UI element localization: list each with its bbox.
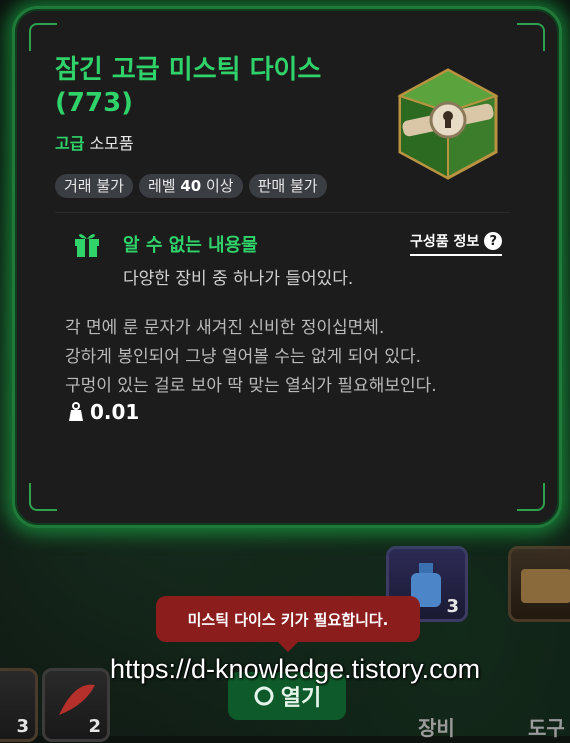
item-description: 각 면에 룬 문자가 새겨진 신비한 정이십면체. 강하게 봉인되어 그냥 열어… — [65, 314, 437, 401]
unknown-contents-desc: 다양한 장비 중 하나가 들어있다. — [123, 269, 354, 289]
divider — [55, 212, 510, 213]
description-line: 구멍이 있는 걸로 보아 딱 맞는 열쇠가 필요해보인다. — [65, 376, 437, 396]
slot-count: 2 — [88, 716, 101, 737]
tab-tools[interactable]: 도구 — [528, 712, 565, 741]
chest-icon — [521, 569, 570, 603]
watermark: https://d-knowledge.tistory.com — [110, 654, 481, 684]
slot-count: 3 — [16, 716, 29, 737]
tab-equipment[interactable]: 장비 — [418, 712, 455, 741]
tag-no-trade: 거래 불가 — [55, 174, 133, 198]
components-info-link[interactable]: 구성품 정보 ? — [410, 231, 503, 256]
item-weight: 0.01 — [68, 400, 139, 424]
tag-level-value: 40 — [180, 177, 202, 195]
slot-count: 3 — [446, 596, 459, 617]
unknown-contents-title: 알 수 없는 내용물 — [123, 235, 258, 256]
help-icon: ? — [484, 232, 503, 250]
tag-level-prefix: 레벨 — [147, 177, 181, 195]
tag-level-suffix: 이상 — [201, 177, 234, 195]
key-icon — [254, 686, 274, 706]
locked-dice-icon — [397, 68, 499, 180]
item-tags: 거래 불가 레벨 40 이상 판매 불가 — [55, 174, 327, 198]
toast-text: 미스틱 다이스 키가 필요합니다. — [187, 610, 389, 629]
weight-value: 0.01 — [90, 400, 140, 424]
item-category: 소모품 — [89, 134, 134, 153]
weight-icon — [69, 402, 83, 421]
inventory-slot-feather[interactable]: 2 — [42, 668, 110, 742]
item-name: 잠긴 고급 미스틱 다이스(773) — [55, 55, 322, 118]
item-grade-line: 고급 소모품 — [55, 130, 134, 154]
inventory-slot-chest[interactable] — [508, 546, 570, 622]
tag-level-requirement: 레벨 40 이상 — [138, 174, 243, 198]
card-corner-ornament — [29, 23, 57, 51]
inventory-slot-left-1[interactable]: 3 — [0, 668, 38, 742]
card-corner-ornament — [517, 483, 545, 511]
description-line: 강하게 봉인되어 그냥 열어볼 수는 없게 되어 있다. — [65, 347, 422, 367]
card-corner-ornament — [517, 23, 545, 51]
tag-no-sale: 판매 불가 — [248, 174, 327, 198]
description-line: 각 면에 룬 문자가 새겨진 신비한 정이십면체. — [65, 318, 385, 338]
gift-icon — [75, 234, 99, 257]
components-info-label: 구성품 정보 — [410, 234, 480, 250]
card-corner-ornament — [29, 483, 57, 511]
item-grade: 고급 — [55, 134, 85, 153]
key-required-toast: 미스틱 다이스 키가 필요합니다. — [156, 596, 420, 652]
